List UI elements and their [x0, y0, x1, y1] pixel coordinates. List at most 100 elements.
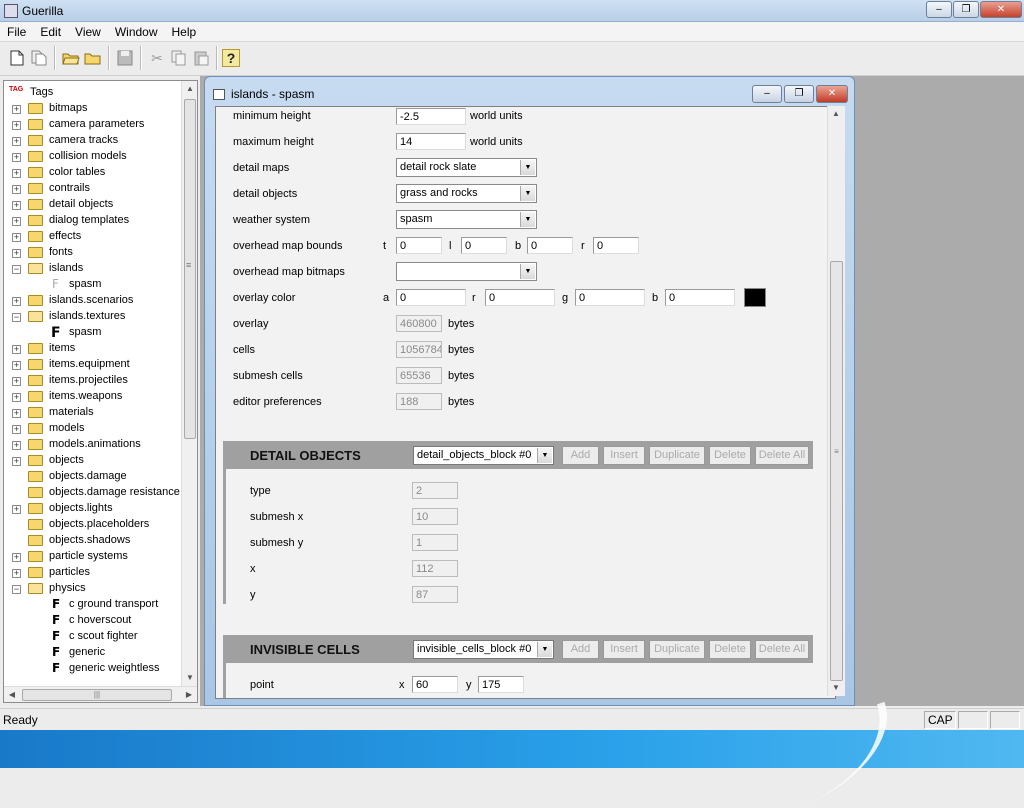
cut-icon[interactable]: ✂	[146, 47, 168, 69]
copy-icon[interactable]	[168, 47, 190, 69]
expand-icon[interactable]: +	[12, 457, 21, 466]
tree-node[interactable]: + materials	[4, 405, 180, 421]
menu-edit[interactable]: Edit	[33, 22, 68, 39]
tree-node[interactable]: + particle systems	[4, 549, 180, 565]
tree-node[interactable]: + camera tracks	[4, 133, 180, 149]
detail-maps-select[interactable]: detail rock slate ▼	[396, 158, 537, 177]
tree-node[interactable]: + contrails	[4, 181, 180, 197]
tree-node[interactable]: objects.placeholders	[4, 517, 180, 533]
child-restore-button[interactable]: ❐	[784, 85, 814, 103]
expand-icon[interactable]: +	[12, 249, 21, 258]
bounds-t-input[interactable]: 0	[396, 237, 442, 254]
point-x-input[interactable]: 60	[412, 676, 458, 693]
weather-system-select[interactable]: spasm ▼	[396, 210, 537, 229]
tree-node[interactable]: + dialog templates	[4, 213, 180, 229]
restore-button[interactable]: ❐	[953, 1, 979, 18]
point-y-input[interactable]: 175	[478, 676, 524, 693]
open-icon[interactable]	[60, 47, 82, 69]
expand-icon[interactable]: +	[12, 137, 21, 146]
tree-node[interactable]: + color tables	[4, 165, 180, 181]
collapse-icon[interactable]: −	[12, 313, 21, 322]
tree-node[interactable]: + camera parameters	[4, 117, 180, 133]
tree-node[interactable]: objects.damage	[4, 469, 180, 485]
tree-node[interactable]: + items.weapons	[4, 389, 180, 405]
scroll-left-icon[interactable]: ◀	[4, 687, 20, 702]
overlay-color-swatch[interactable]	[744, 288, 766, 307]
expand-icon[interactable]: +	[12, 201, 21, 210]
tree-node[interactable]: + particles	[4, 565, 180, 581]
tree-node[interactable]: + islands.scenarios	[4, 293, 180, 309]
detail-duplicate-button[interactable]: Duplicate	[649, 446, 705, 465]
tree-node[interactable]: objects.damage resistance	[4, 485, 180, 501]
maximum-height-input[interactable]: 14	[396, 133, 466, 150]
expand-icon[interactable]: +	[12, 169, 21, 178]
tree-node[interactable]: Fc hoverscout	[4, 613, 180, 629]
tree-node[interactable]: + models	[4, 421, 180, 437]
expand-icon[interactable]: +	[12, 505, 21, 514]
menu-help[interactable]: Help	[165, 22, 204, 39]
tree-node[interactable]: + items	[4, 341, 180, 357]
expand-icon[interactable]: +	[12, 217, 21, 226]
editor-scroll-thumb[interactable]: ≡	[830, 261, 843, 681]
overhead-map-bitmaps-select[interactable]: ▼	[396, 262, 537, 281]
overlay-b-input[interactable]: 0	[665, 289, 735, 306]
editor-scroll-up-icon[interactable]: ▲	[828, 106, 844, 122]
tree-node[interactable]: + detail objects	[4, 197, 180, 213]
cells-delete-button[interactable]: Delete	[709, 640, 751, 659]
expand-icon[interactable]: +	[12, 393, 21, 402]
bounds-l-input[interactable]: 0	[461, 237, 507, 254]
minimum-height-input[interactable]: -2.5	[396, 108, 466, 125]
expand-icon[interactable]: +	[12, 233, 21, 242]
expand-icon[interactable]: +	[12, 345, 21, 354]
expand-icon[interactable]: +	[12, 297, 21, 306]
expand-icon[interactable]: +	[12, 105, 21, 114]
tree-node[interactable]: + items.projectiles	[4, 373, 180, 389]
editor-scroll-down-icon[interactable]: ▼	[828, 680, 844, 696]
invisible-cells-block-select[interactable]: invisible_cells_block #0 ▼	[413, 640, 554, 659]
bounds-r-input[interactable]: 0	[593, 237, 639, 254]
expand-icon[interactable]: +	[12, 121, 21, 130]
scroll-thumb-h[interactable]: |||	[22, 689, 172, 701]
menu-view[interactable]: View	[68, 22, 108, 39]
tree-node[interactable]: Fc scout fighter	[4, 629, 180, 645]
tree-node[interactable]: Fc ground transport	[4, 597, 180, 613]
tree-node[interactable]: + items.equipment	[4, 357, 180, 373]
tree-node[interactable]: Fspasm	[4, 277, 180, 293]
overlay-a-input[interactable]: 0	[396, 289, 466, 306]
close-button[interactable]: ✕	[980, 1, 1022, 18]
new-multi-icon[interactable]	[28, 47, 50, 69]
cells-duplicate-button[interactable]: Duplicate	[649, 640, 705, 659]
editor-vertical-scrollbar[interactable]: ▲ ≡ ▼	[827, 106, 845, 696]
tree-node[interactable]: + bitmaps	[4, 101, 180, 117]
tree-node[interactable]: Fgeneric	[4, 645, 180, 661]
expand-icon[interactable]: +	[12, 425, 21, 434]
tree-node[interactable]: − islands.textures	[4, 309, 180, 325]
new-icon[interactable]	[6, 47, 28, 69]
tree-node[interactable]: + fonts	[4, 245, 180, 261]
expand-icon[interactable]: +	[12, 361, 21, 370]
bounds-b-input[interactable]: 0	[527, 237, 573, 254]
detail-insert-button[interactable]: Insert	[603, 446, 645, 465]
scroll-right-icon[interactable]: ▶	[181, 687, 197, 702]
expand-icon[interactable]: +	[12, 569, 21, 578]
paste-icon[interactable]	[190, 47, 212, 69]
detail-objects-block-select[interactable]: detail_objects_block #0 ▼	[413, 446, 554, 465]
overlay-g-input[interactable]: 0	[575, 289, 645, 306]
save-icon[interactable]	[114, 47, 136, 69]
collapse-icon[interactable]: −	[12, 265, 21, 274]
expand-icon[interactable]: +	[12, 185, 21, 194]
tree-node[interactable]: + collision models	[4, 149, 180, 165]
scroll-thumb[interactable]: ≡	[184, 99, 196, 439]
expand-icon[interactable]: +	[12, 153, 21, 162]
expand-icon[interactable]: +	[12, 553, 21, 562]
help-icon[interactable]: ?	[222, 49, 240, 67]
detail-delete-button[interactable]: Delete	[709, 446, 751, 465]
tree-node[interactable]: − islands	[4, 261, 180, 277]
tree-node[interactable]: − physics	[4, 581, 180, 597]
detail-add-button[interactable]: Add	[562, 446, 599, 465]
expand-icon[interactable]: +	[12, 441, 21, 450]
detail-delete-all-button[interactable]: Delete All	[755, 446, 809, 465]
tree-node[interactable]: + models.animations	[4, 437, 180, 453]
cells-add-button[interactable]: Add	[562, 640, 599, 659]
expand-icon[interactable]: +	[12, 409, 21, 418]
